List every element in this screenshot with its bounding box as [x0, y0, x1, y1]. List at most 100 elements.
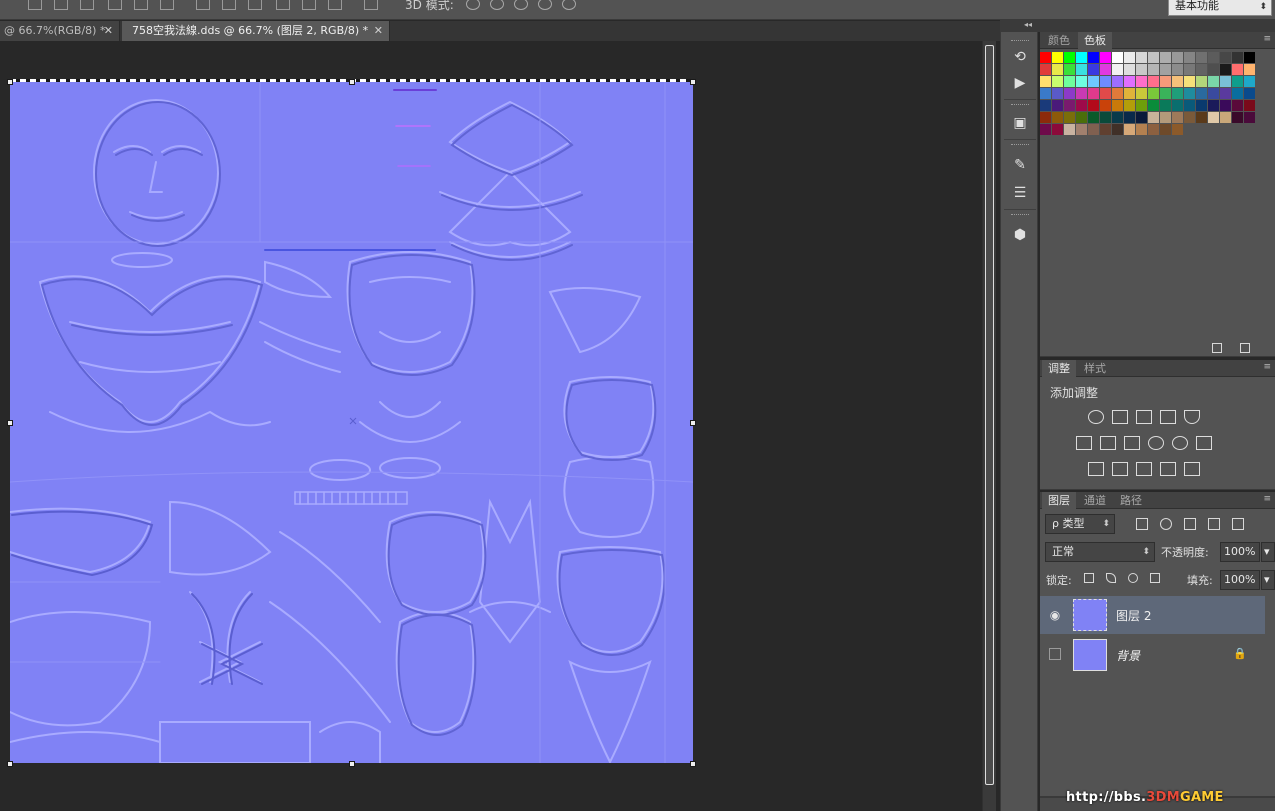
- align-hcenter-icon[interactable]: [134, 0, 148, 10]
- distribute-hcenter-icon[interactable]: [302, 0, 316, 10]
- swatch[interactable]: [1136, 76, 1147, 87]
- swatch[interactable]: [1112, 64, 1123, 75]
- opacity-dropdown-button[interactable]: ▾: [1261, 542, 1275, 562]
- distribute-vcenter-icon[interactable]: [222, 0, 236, 10]
- swatch[interactable]: [1184, 76, 1195, 87]
- swatch[interactable]: [1184, 112, 1195, 123]
- swatch[interactable]: [1088, 52, 1099, 63]
- play-actions-icon[interactable]: ▶: [1009, 72, 1031, 94]
- swatch[interactable]: [1136, 112, 1147, 123]
- dock-grip[interactable]: [1011, 104, 1029, 107]
- swatch[interactable]: [1100, 88, 1111, 99]
- swatch[interactable]: [1076, 112, 1087, 123]
- 3d-material-icon[interactable]: ▣: [1009, 112, 1031, 134]
- align-right-icon[interactable]: [160, 0, 174, 10]
- swatch[interactable]: [1100, 100, 1111, 111]
- swatch[interactable]: [1052, 64, 1063, 75]
- swatch[interactable]: [1100, 52, 1111, 63]
- swatch[interactable]: [1052, 124, 1063, 135]
- swatch[interactable]: [1172, 76, 1183, 87]
- swatch[interactable]: [1160, 52, 1171, 63]
- swatch[interactable]: [1088, 88, 1099, 99]
- swatch[interactable]: [1076, 64, 1087, 75]
- swatch[interactable]: [1136, 88, 1147, 99]
- dock-grip[interactable]: [1011, 144, 1029, 147]
- swatch[interactable]: [1148, 88, 1159, 99]
- workspace-dropdown[interactable]: 基本功能 ⬍: [1168, 0, 1272, 16]
- swatch[interactable]: [1244, 88, 1255, 99]
- swatch[interactable]: [1148, 124, 1159, 135]
- swatch[interactable]: [1196, 88, 1207, 99]
- layer-row-layer2[interactable]: ◉ 图层 2: [1040, 596, 1265, 634]
- transform-handle-top-right[interactable]: [690, 79, 696, 85]
- swatch[interactable]: [1196, 100, 1207, 111]
- swatch[interactable]: [1184, 64, 1195, 75]
- swatch[interactable]: [1100, 124, 1111, 135]
- swatch[interactable]: [1220, 52, 1231, 63]
- adjust-sliders-icon[interactable]: ☰: [1009, 182, 1031, 204]
- swatch[interactable]: [1148, 64, 1159, 75]
- swatch[interactable]: [1208, 88, 1219, 99]
- swatch[interactable]: [1064, 112, 1075, 123]
- swatch[interactable]: [1124, 112, 1135, 123]
- photo-filter-icon[interactable]: [1148, 436, 1164, 450]
- swatch[interactable]: [1208, 76, 1219, 87]
- trash-icon[interactable]: [1240, 343, 1250, 353]
- swatch[interactable]: [1148, 76, 1159, 87]
- swatch[interactable]: [1196, 52, 1207, 63]
- swatch[interactable]: [1040, 88, 1051, 99]
- selective-color-icon[interactable]: [1160, 462, 1176, 476]
- swatch[interactable]: [1196, 64, 1207, 75]
- history-icon[interactable]: ⟲: [1009, 46, 1031, 68]
- swatch[interactable]: [1040, 112, 1051, 123]
- swatch[interactable]: [1064, 52, 1075, 63]
- new-swatch-icon[interactable]: [1212, 343, 1222, 353]
- blend-mode-dropdown[interactable]: 正常 ⬍: [1045, 542, 1155, 562]
- swatch[interactable]: [1088, 64, 1099, 75]
- transform-handle-left[interactable]: [7, 420, 13, 426]
- gradient-map-icon[interactable]: [1184, 462, 1200, 476]
- swatch[interactable]: [1172, 52, 1183, 63]
- fill-input[interactable]: 100%: [1220, 570, 1260, 590]
- curves-icon[interactable]: [1136, 410, 1152, 424]
- distribute-bottom-icon[interactable]: [248, 0, 262, 10]
- swatch[interactable]: [1124, 88, 1135, 99]
- swatch[interactable]: [1112, 124, 1123, 135]
- canvas-scrollbar[interactable]: [982, 41, 996, 811]
- swatch[interactable]: [1232, 112, 1243, 123]
- dock-grip[interactable]: [1011, 40, 1029, 43]
- swatch[interactable]: [1088, 100, 1099, 111]
- threshold-icon[interactable]: [1136, 462, 1152, 476]
- swatch[interactable]: [1172, 112, 1183, 123]
- swatch[interactable]: [1064, 76, 1075, 87]
- transform-handle-right[interactable]: [690, 420, 696, 426]
- swatch[interactable]: [1076, 124, 1087, 135]
- transform-handle-bottom-left[interactable]: [7, 761, 13, 767]
- tab-layers[interactable]: 图层: [1042, 492, 1076, 509]
- panel-menu-icon[interactable]: ≡: [1263, 362, 1271, 372]
- swatch[interactable]: [1100, 64, 1111, 75]
- swatch[interactable]: [1244, 112, 1255, 123]
- filter-pixel-icon[interactable]: [1136, 518, 1148, 530]
- lock-transparency-icon[interactable]: [1084, 573, 1094, 583]
- layer-row-background[interactable]: 背景 🔒: [1040, 636, 1265, 674]
- tab-styles[interactable]: 样式: [1078, 360, 1112, 377]
- brightness-icon[interactable]: [1088, 410, 1104, 424]
- transform-handle-bottom[interactable]: [349, 761, 355, 767]
- swatch[interactable]: [1220, 112, 1231, 123]
- align-vcenter-icon[interactable]: [54, 0, 68, 10]
- swatch[interactable]: [1064, 88, 1075, 99]
- swatch[interactable]: [1244, 76, 1255, 87]
- opacity-input[interactable]: 100%: [1220, 542, 1260, 562]
- swatch[interactable]: [1124, 52, 1135, 63]
- filter-type-icon[interactable]: [1184, 518, 1196, 530]
- layer-filter-dropdown[interactable]: ρ 类型 ⬍: [1045, 514, 1115, 534]
- filter-shape-icon[interactable]: [1208, 518, 1220, 530]
- swatch[interactable]: [1112, 52, 1123, 63]
- swatch[interactable]: [1124, 100, 1135, 111]
- swatch[interactable]: [1076, 100, 1087, 111]
- 3d-cube-icon[interactable]: ⬢: [1009, 224, 1031, 246]
- lock-all-icon[interactable]: [1150, 573, 1160, 583]
- tab-swatches[interactable]: 色板: [1078, 32, 1112, 49]
- swatch[interactable]: [1076, 52, 1087, 63]
